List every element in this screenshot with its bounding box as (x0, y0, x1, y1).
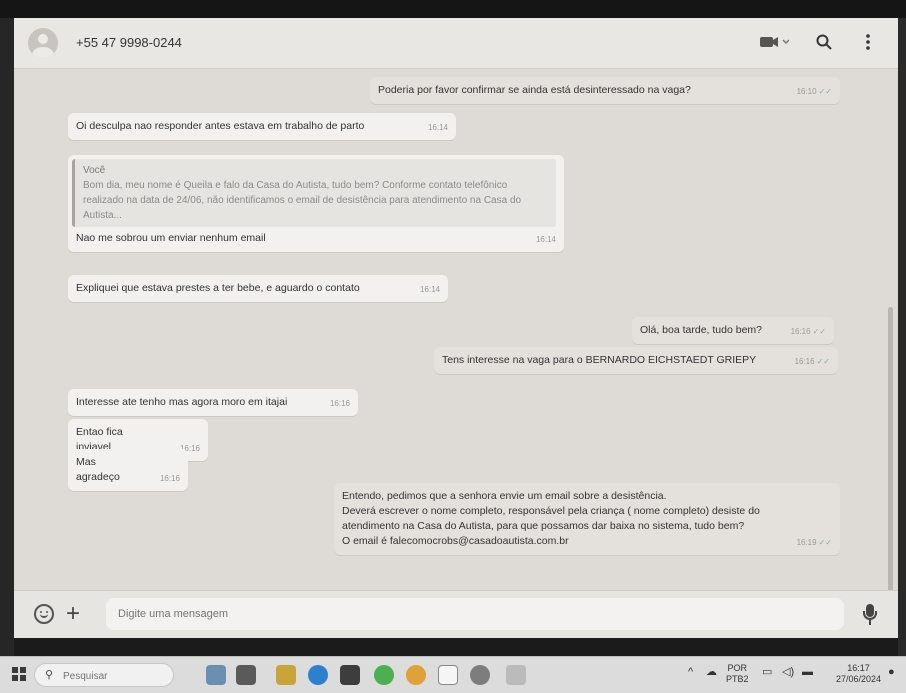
microphone-icon[interactable] (858, 603, 882, 627)
settings-gear-icon[interactable] (470, 665, 490, 685)
cloud-icon[interactable]: ☁ (706, 667, 717, 678)
whatsapp-app-icon[interactable] (374, 665, 394, 685)
message-bubble-incoming-reply[interactable]: Você Bom dia, meu nome é Queila e falo d… (68, 155, 564, 252)
message-bubble-incoming[interactable]: Mas agradeço 16:16 (68, 449, 188, 491)
language-code: POR (727, 663, 748, 673)
avatar-head-shape (38, 34, 48, 44)
emoji-icon[interactable] (34, 604, 54, 624)
task-view-icon[interactable] (236, 665, 256, 685)
read-check-icon: ✓✓ (812, 327, 826, 336)
pinned-app-icon[interactable] (506, 665, 526, 685)
quoted-message[interactable]: Você Bom dia, meu nome é Queila e falo d… (72, 159, 556, 227)
message-text: Poderia por favor confirmar se ainda est… (378, 84, 691, 96)
chrome-browser-icon[interactable] (406, 665, 426, 685)
widgets-icon[interactable] (206, 665, 226, 685)
document-app-icon[interactable] (438, 665, 458, 685)
attach-plus-icon[interactable]: + (66, 601, 80, 627)
message-time: 16:14 (419, 285, 440, 294)
keyboard-layout: PTB2 (726, 674, 749, 684)
screen-top-bezel (0, 0, 906, 18)
video-call-icon[interactable] (756, 31, 792, 53)
screen-right-bezel (898, 18, 906, 658)
message-time: 16:14 (427, 123, 448, 132)
language-indicator[interactable]: POR PTB2 (726, 663, 749, 685)
message-text: Expliquei que estava prestes a ter bebe,… (76, 282, 360, 294)
windows-taskbar: ⚲ ^ ☁ POR PTB2 ▭ ◁) ▬ 16:17 27/06/2024 ● (0, 656, 906, 693)
quoted-author: Você (83, 165, 106, 176)
mic-arc-shape (863, 611, 877, 620)
read-check-icon: ✓✓ (818, 87, 832, 96)
battery-icon[interactable]: ▬ (802, 667, 813, 678)
message-text-line: Deverá escrever o nome completo, respons… (342, 505, 760, 532)
clock-time: 16:17 (847, 663, 870, 673)
notification-bell-icon[interactable]: ● (888, 667, 895, 678)
message-time: 16:16 (329, 399, 350, 408)
message-text: Nao me sobrou um enviar nenhum email (76, 232, 266, 244)
message-input[interactable] (106, 598, 844, 630)
composer-bar: + (14, 590, 898, 638)
clock-date: 27/06/2024 (836, 674, 882, 684)
taskbar-search-input[interactable] (61, 667, 165, 685)
chat-scrollbar[interactable] (888, 307, 893, 631)
message-time: 16:14 (535, 235, 556, 244)
chat-header: +55 47 9998-0244 (14, 18, 898, 69)
message-time: 16:16 (159, 474, 180, 483)
read-check-icon: ✓✓ (816, 357, 830, 366)
network-icon[interactable]: ▭ (762, 667, 772, 678)
message-bubble-outgoing[interactable]: Tens interesse na vaga para o BERNARDO E… (434, 347, 838, 374)
edge-browser-icon[interactable] (308, 665, 328, 685)
message-text: Mas agradeço (76, 456, 120, 483)
contact-name[interactable]: +55 47 9998-0244 (76, 35, 182, 50)
quoted-text: Bom dia, meu nome é Queila e falo da Cas… (83, 180, 522, 221)
store-icon[interactable] (340, 665, 360, 685)
message-list[interactable]: Poderia por favor confirmar se ainda est… (14, 69, 898, 631)
message-bubble-incoming[interactable]: Expliquei que estava prestes a ter bebe,… (68, 275, 448, 302)
message-text: Tens interesse na vaga para o BERNARDO E… (442, 354, 757, 366)
message-time: 16:19 (796, 538, 817, 547)
chevron-up-icon[interactable]: ^ (688, 667, 693, 678)
search-icon[interactable] (812, 31, 836, 53)
message-bubble-outgoing[interactable]: Olá, boa tarde, tudo bem? 16:16 ✓✓ (632, 317, 834, 344)
search-icon: ⚲ (45, 669, 54, 681)
message-text: Olá, boa tarde, tudo bem? (640, 324, 762, 336)
clock[interactable]: 16:17 27/06/2024 (836, 663, 881, 685)
windows-start-icon[interactable] (12, 667, 26, 681)
contact-avatar[interactable] (28, 28, 58, 58)
message-bubble-incoming[interactable]: Interesse ate tenho mas agora moro em it… (68, 389, 358, 416)
message-time: 16:16 (790, 327, 811, 336)
more-options-icon[interactable] (860, 31, 876, 53)
message-text-line: O email é falecomocrobs@casadoautista.co… (342, 535, 569, 547)
message-bubble-outgoing[interactable]: Entendo, pedimos que a senhora envie um … (334, 483, 840, 555)
read-check-icon: ✓✓ (818, 538, 832, 547)
file-explorer-icon[interactable] (276, 665, 296, 685)
message-time: 16:10 (796, 87, 817, 96)
screen-left-bezel (0, 18, 14, 658)
whatsapp-window: +55 47 9998-0244 Poderia por favor confi… (14, 18, 898, 638)
message-text-line: Entendo, pedimos que a senhora envie um … (342, 490, 667, 502)
message-text: Interesse ate tenho mas agora moro em it… (76, 396, 288, 408)
message-bubble-incoming[interactable]: Oi desculpa nao responder antes estava e… (68, 113, 456, 140)
mic-stem-shape (869, 620, 871, 625)
message-bubble-outgoing[interactable]: Poderia por favor confirmar se ainda est… (370, 77, 840, 104)
message-text: Oi desculpa nao responder antes estava e… (76, 120, 365, 132)
volume-icon[interactable]: ◁) (782, 667, 794, 678)
message-time: 16:16 (794, 357, 815, 366)
taskbar-search[interactable]: ⚲ (34, 663, 174, 687)
avatar-body-shape (32, 47, 54, 58)
